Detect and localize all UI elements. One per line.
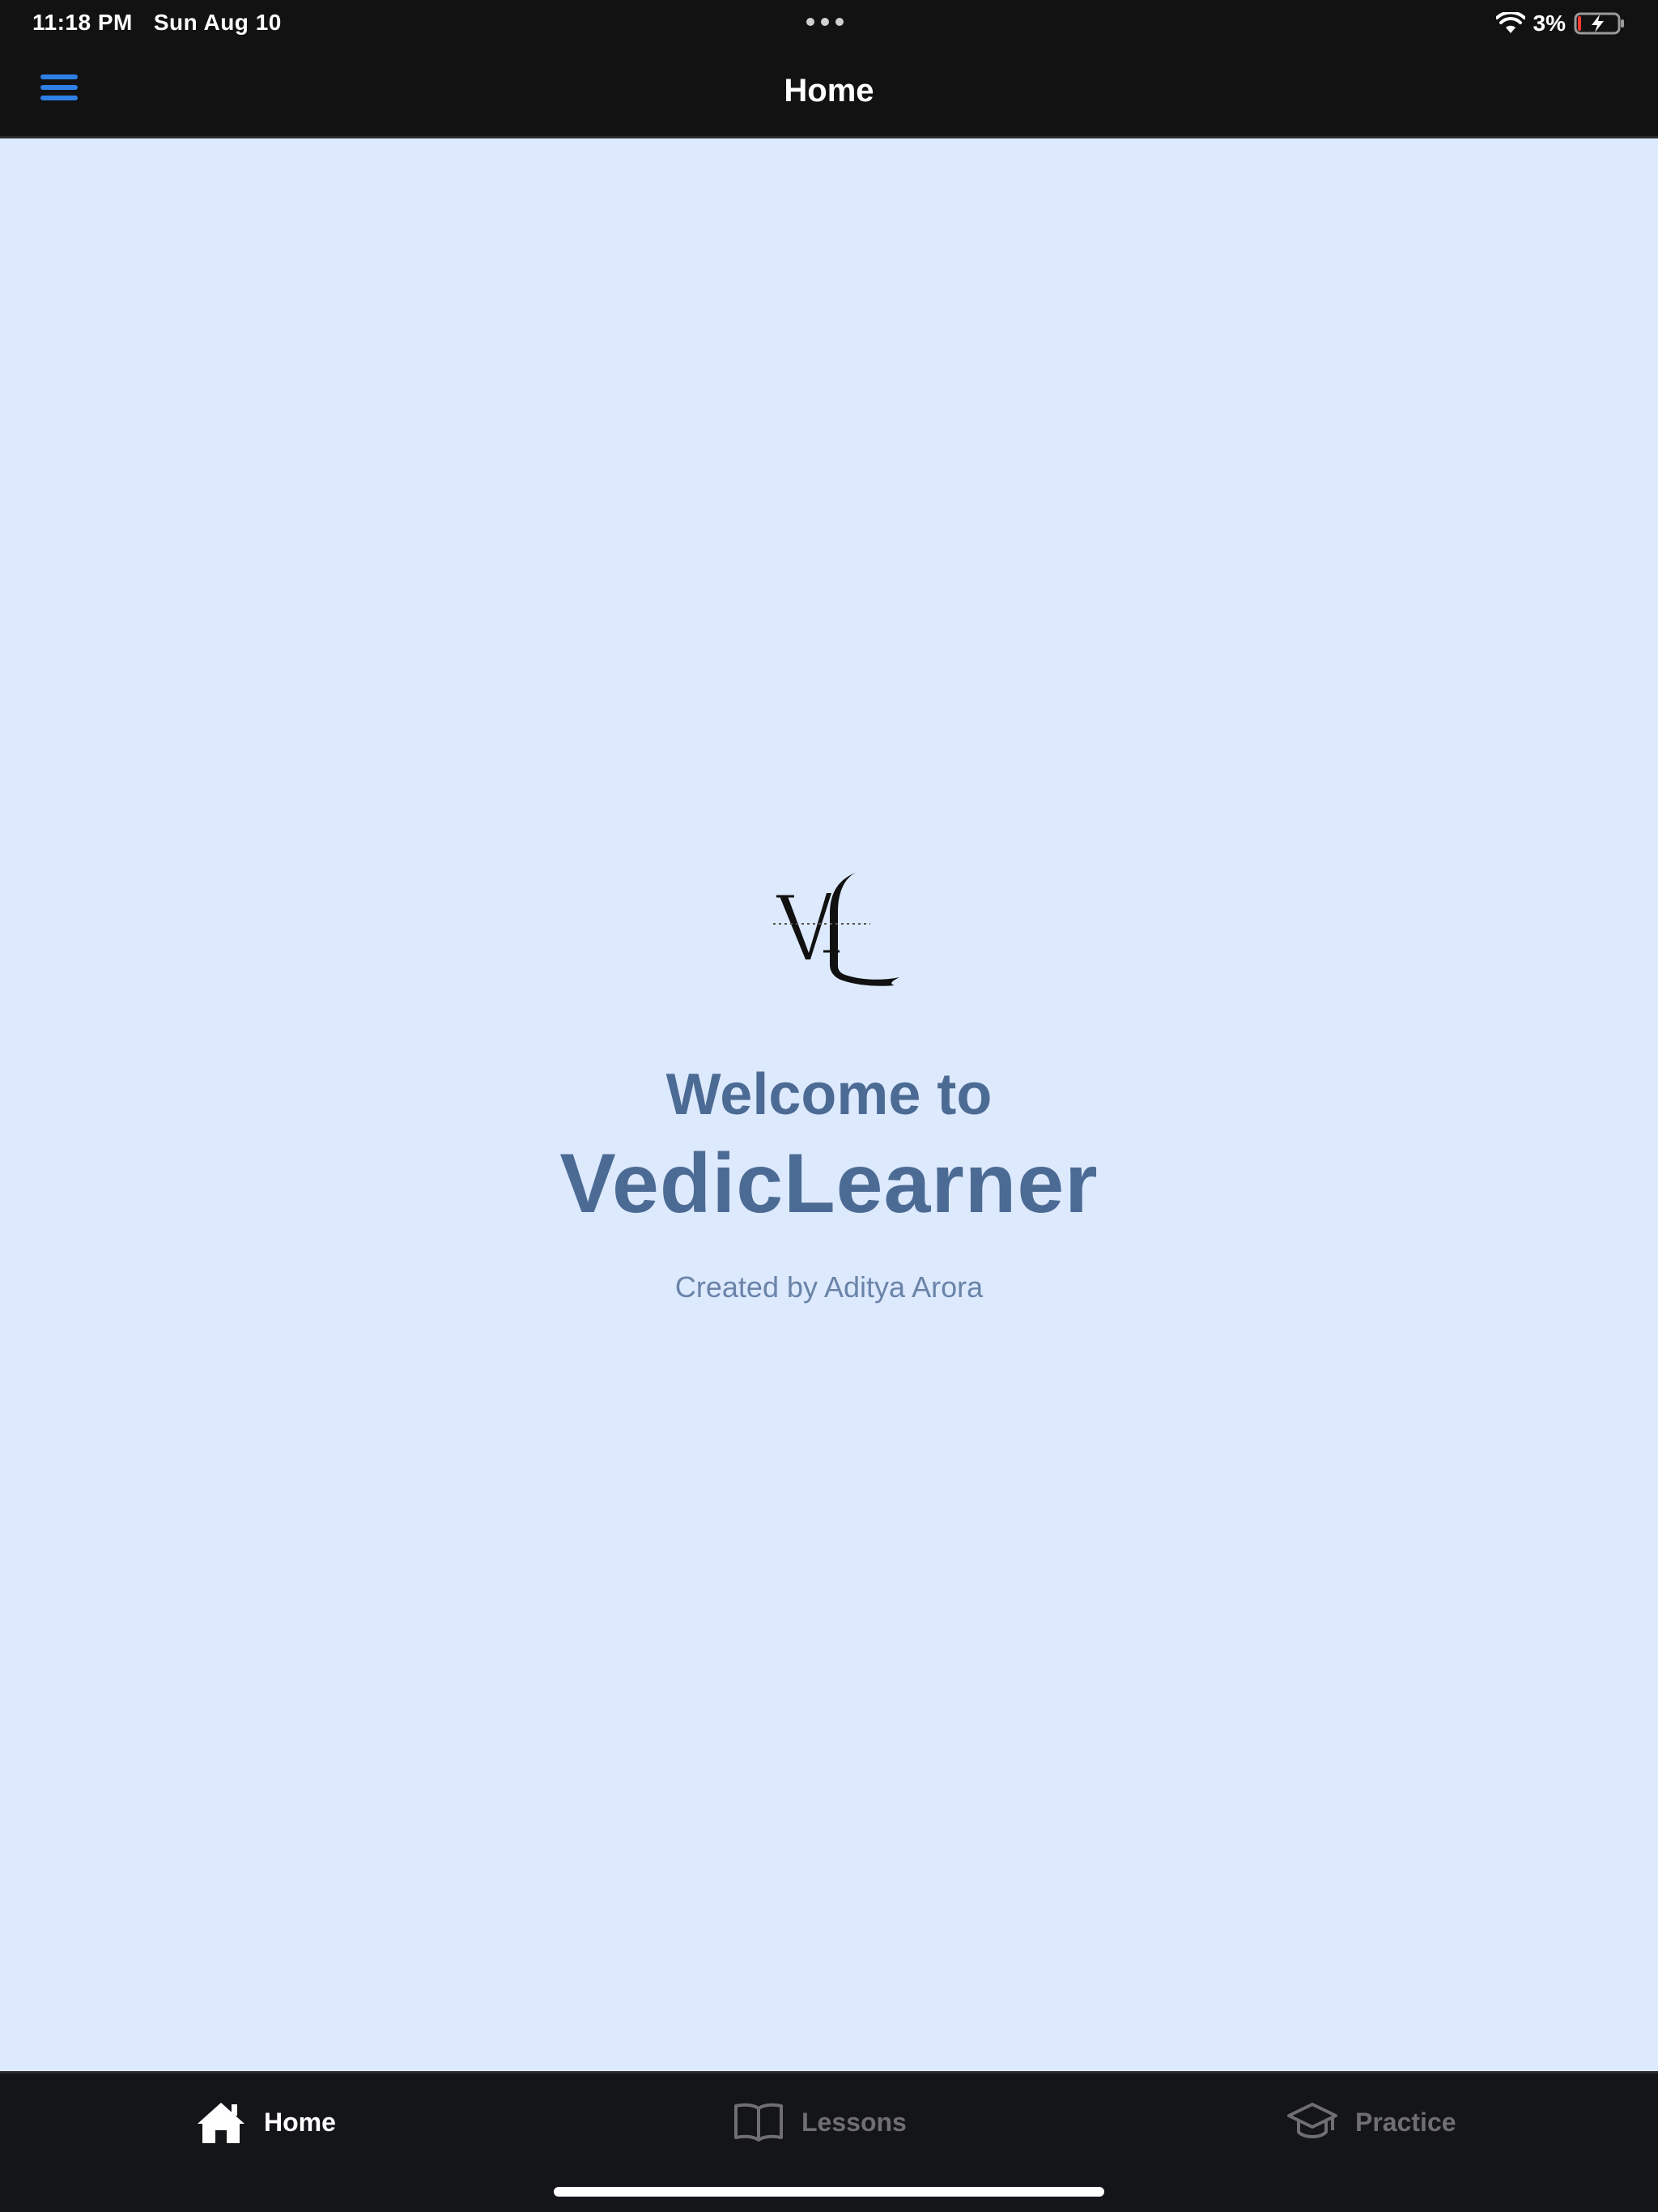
- status-indicators: 3%: [1495, 10, 1626, 37]
- credit-text: Created by Aditya Arora: [674, 1270, 984, 1304]
- tab-practice[interactable]: Practice: [1287, 2098, 1456, 2146]
- battery-charging-icon: [1574, 12, 1624, 35]
- vedic-learner-logo: [773, 872, 899, 986]
- tab-bar: Home Lessons Practice: [0, 2071, 1658, 2212]
- tab-practice-label: Practice: [1355, 2107, 1456, 2137]
- app-name-heading: VedicLearner: [559, 1137, 1099, 1231]
- tab-home[interactable]: Home: [196, 2098, 336, 2146]
- home-icon: [198, 2103, 244, 2143]
- app-screen: 11:18 PM Sun Aug 10 3% Home Welcome to V…: [0, 0, 1658, 2212]
- wifi-icon: [1495, 12, 1525, 33]
- tab-home-label: Home: [264, 2107, 336, 2137]
- page-title: Home: [784, 73, 874, 108]
- tab-lessons[interactable]: Lessons: [733, 2098, 907, 2146]
- navigation-bar: Home: [0, 45, 1658, 138]
- graduation-cap-icon: [1287, 2103, 1337, 2138]
- status-bar: 11:18 PM Sun Aug 10 3%: [0, 0, 1658, 45]
- status-time: 11:18 PM: [32, 10, 133, 35]
- battery-percent: 3%: [1533, 11, 1566, 36]
- welcome-heading: Welcome to: [665, 1062, 993, 1127]
- book-icon: [734, 2103, 783, 2142]
- multitasking-dots-icon[interactable]: [806, 18, 852, 28]
- status-date: Sun Aug 10: [153, 10, 282, 35]
- status-time-date: 11:18 PM Sun Aug 10: [32, 10, 303, 36]
- home-content: Welcome to VedicLearner Created by Adity…: [0, 138, 1658, 2071]
- tab-lessons-label: Lessons: [801, 2107, 907, 2137]
- home-indicator[interactable]: [554, 2187, 1104, 2197]
